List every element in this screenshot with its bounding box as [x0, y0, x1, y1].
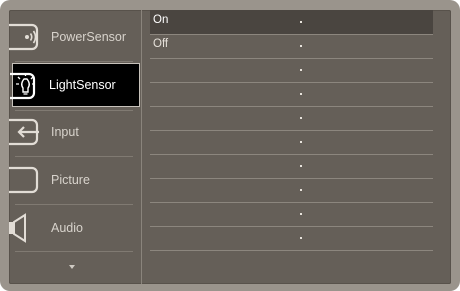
- power-sensor-icon: [9, 15, 43, 59]
- option-dot: [300, 21, 302, 23]
- option-dot: [300, 189, 302, 191]
- menu-item-label: Audio: [51, 221, 83, 235]
- menu-item-label: Picture: [51, 173, 90, 187]
- menu-item-audio[interactable]: Audio: [9, 206, 141, 250]
- option-empty[interactable]: [150, 226, 433, 250]
- osd-menu-panel: PowerSensor LightSensor Input Picture Au…: [9, 10, 451, 284]
- menu-divider: [15, 61, 133, 62]
- option-list: On Off: [142, 10, 451, 284]
- menu-item-label: PowerSensor: [51, 30, 127, 44]
- osd-bezel: PowerSensor LightSensor Input Picture Au…: [0, 0, 460, 291]
- audio-icon: [9, 206, 43, 250]
- option-divider: [150, 250, 433, 251]
- option-empty[interactable]: [150, 82, 433, 106]
- menu-item-label: LightSensor: [49, 78, 116, 92]
- option-label: On: [153, 14, 169, 26]
- option-empty[interactable]: [150, 106, 433, 130]
- option-dot: [300, 93, 302, 95]
- option-off[interactable]: Off: [150, 34, 433, 58]
- option-empty[interactable]: [150, 58, 433, 82]
- option-empty[interactable]: [150, 130, 433, 154]
- menu-item-label: Input: [51, 125, 79, 139]
- menu-divider: [15, 204, 133, 205]
- menu-item-picture[interactable]: Picture: [9, 158, 141, 202]
- menu-item-powersensor[interactable]: PowerSensor: [9, 15, 141, 59]
- option-on[interactable]: On: [150, 10, 433, 34]
- option-label: Off: [153, 38, 169, 50]
- chevron-down-icon[interactable]: [69, 265, 75, 269]
- option-dot: [300, 69, 302, 71]
- option-empty[interactable]: [150, 154, 433, 178]
- picture-icon: [9, 158, 43, 202]
- light-sensor-icon: [10, 64, 44, 108]
- menu-divider: [15, 156, 133, 157]
- option-empty[interactable]: [150, 178, 433, 202]
- main-menu: PowerSensor LightSensor Input Picture Au…: [9, 10, 141, 284]
- option-dot: [300, 165, 302, 167]
- option-dot: [300, 213, 302, 215]
- option-empty[interactable]: [150, 202, 433, 226]
- option-dot: [300, 117, 302, 119]
- menu-item-input[interactable]: Input: [9, 110, 141, 154]
- option-dot: [300, 45, 302, 47]
- option-dot: [300, 237, 302, 239]
- menu-divider: [15, 251, 133, 252]
- input-icon: [9, 110, 43, 154]
- option-dot: [300, 141, 302, 143]
- menu-item-lightsensor[interactable]: LightSensor: [10, 63, 140, 108]
